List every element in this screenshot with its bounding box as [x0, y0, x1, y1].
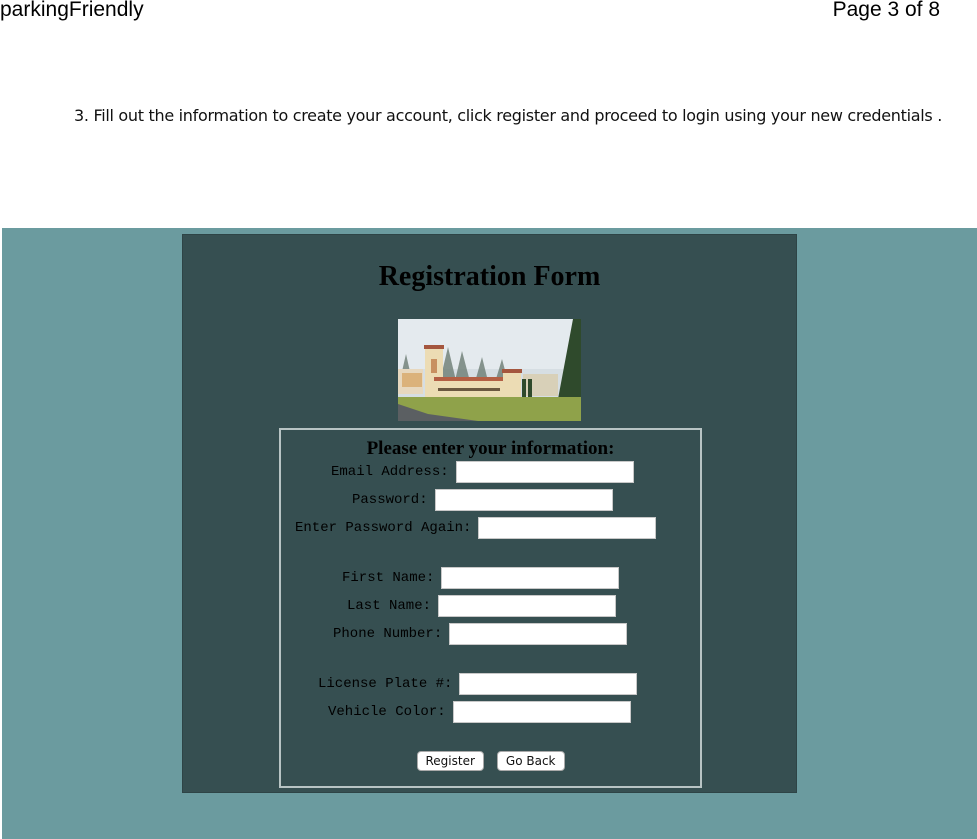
- instruction-text: 3. Fill out the information to create yo…: [74, 106, 943, 125]
- vehicle-color-row: Vehicle Color:: [328, 700, 631, 724]
- document-title: parkingFriendly: [0, 0, 144, 21]
- license-plate-input[interactable]: [459, 673, 638, 695]
- campus-photo: [398, 319, 581, 421]
- page-indicator: Page 3 of 8: [832, 0, 940, 21]
- form-actions: Register Go Back: [281, 751, 700, 771]
- registration-form: Please enter your information: Email Add…: [279, 428, 702, 788]
- password-confirm-input[interactable]: [478, 517, 657, 539]
- go-back-button[interactable]: Go Back: [496, 751, 565, 771]
- first-name-input[interactable]: [441, 567, 620, 589]
- register-button[interactable]: Register: [416, 751, 484, 771]
- password-label: Password:: [352, 492, 428, 508]
- email-row: Email Address:: [331, 460, 634, 484]
- last-name-row: Last Name:: [347, 594, 617, 618]
- form-title: Registration Form: [378, 261, 601, 292]
- campus-photo-illustration: [398, 319, 581, 421]
- password-confirm-label: Enter Password Again:: [295, 520, 472, 536]
- password-input[interactable]: [434, 489, 613, 511]
- phone-input[interactable]: [449, 623, 628, 645]
- registration-screenshot: Registration Form Please enter your info…: [2, 228, 977, 839]
- vehicle-color-label: Vehicle Color:: [328, 704, 446, 720]
- form-heading: Please enter your information:: [366, 438, 615, 459]
- email-input[interactable]: [455, 461, 634, 483]
- password-confirm-row: Enter Password Again:: [295, 516, 657, 540]
- last-name-input[interactable]: [438, 595, 617, 617]
- registration-panel: Registration Form Please enter your info…: [182, 234, 797, 793]
- phone-label: Phone Number:: [333, 626, 443, 642]
- email-label: Email Address:: [331, 464, 449, 480]
- first-name-label: First Name:: [342, 570, 435, 586]
- license-plate-label: License Plate #:: [318, 676, 453, 692]
- phone-row: Phone Number:: [333, 622, 628, 646]
- vehicle-color-input[interactable]: [452, 701, 631, 723]
- last-name-label: Last Name:: [347, 598, 432, 614]
- password-row: Password:: [352, 488, 613, 512]
- license-plate-row: License Plate #:: [318, 672, 638, 696]
- first-name-row: First Name:: [342, 566, 620, 590]
